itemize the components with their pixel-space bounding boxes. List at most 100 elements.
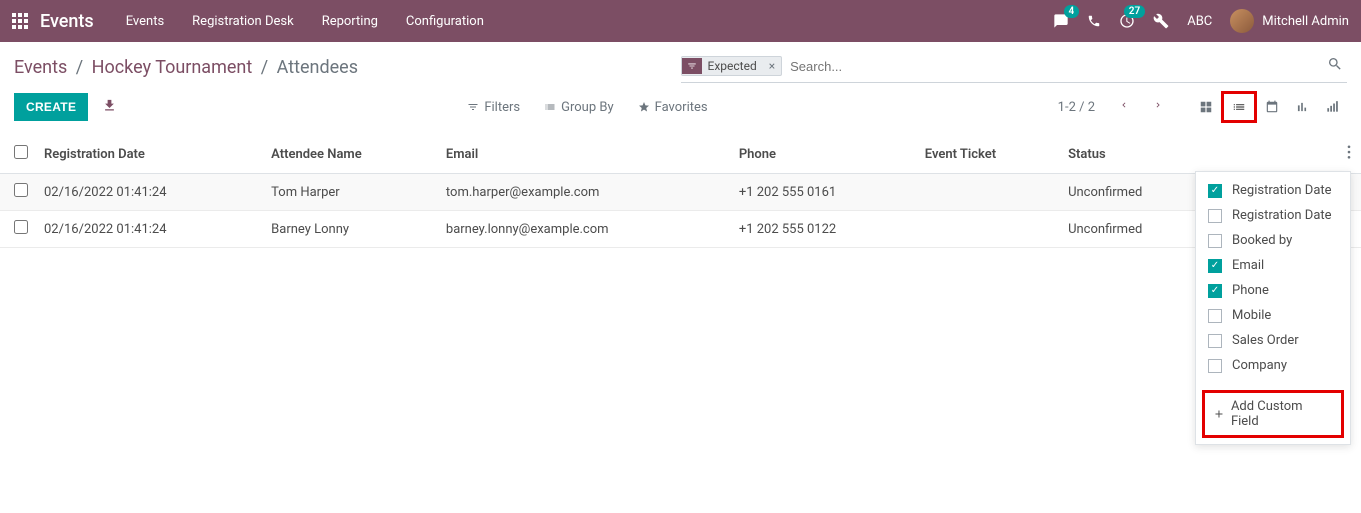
column-option[interactable]: Company <box>1196 353 1350 378</box>
column-option[interactable]: Sales Order <box>1196 328 1350 353</box>
nav-events[interactable]: Events <box>126 14 164 29</box>
col-reg-date[interactable]: Registration Date <box>36 135 263 174</box>
control-row-2: CREATE Filters Group By Favorites 1-2 / … <box>0 83 1361 135</box>
cell-status: Unconfirmed <box>1060 211 1208 248</box>
search-icon[interactable] <box>1323 52 1347 80</box>
breadcrumb-current: Attendees <box>277 57 358 78</box>
app-brand[interactable]: Events <box>40 11 94 32</box>
col-attendee[interactable]: Attendee Name <box>263 135 438 174</box>
col-email[interactable]: Email <box>438 135 731 174</box>
pivot-view-icon[interactable] <box>1317 91 1347 123</box>
checkbox-icon <box>1208 359 1222 373</box>
column-option[interactable]: Registration Date <box>1196 178 1350 203</box>
plus-icon <box>1213 408 1225 420</box>
search-input[interactable] <box>782 55 1323 78</box>
nav-registration-desk[interactable]: Registration Desk <box>192 14 294 29</box>
pager-prev-icon[interactable] <box>1111 95 1137 119</box>
cell-ticket <box>917 211 1060 248</box>
cell-status: Unconfirmed <box>1060 174 1208 211</box>
favorites-button[interactable]: Favorites <box>638 100 708 115</box>
col-action <box>1208 135 1337 174</box>
pager-text[interactable]: 1-2 / 2 <box>1058 100 1095 115</box>
checkbox-icon <box>1208 184 1222 198</box>
search-bar: Expected × <box>681 52 1348 83</box>
kanban-view-icon[interactable] <box>1191 91 1221 123</box>
filter-tag-label: Expected <box>702 57 763 75</box>
col-ticket[interactable]: Event Ticket <box>917 135 1060 174</box>
checkbox-icon <box>1208 309 1222 323</box>
activity-badge: 27 <box>1124 5 1145 18</box>
column-option-label: Registration Date <box>1232 183 1332 198</box>
table-row[interactable]: 02/16/2022 01:41:24 Tom Harper tom.harpe… <box>0 174 1361 211</box>
cell-phone: +1 202 555 0122 <box>731 211 917 248</box>
activity-icon[interactable]: 27 <box>1119 13 1135 29</box>
topbar-right: 4 27 ABC Mitchell Admin <box>1053 9 1349 33</box>
user-menu[interactable]: Mitchell Admin <box>1230 9 1349 33</box>
col-options[interactable] <box>1337 135 1361 174</box>
select-all-header <box>0 135 36 174</box>
col-phone[interactable]: Phone <box>731 135 917 174</box>
list-view-icon[interactable] <box>1221 91 1257 123</box>
download-icon[interactable] <box>102 98 117 117</box>
breadcrumb-root[interactable]: Events <box>14 57 67 78</box>
cell-email: tom.harper@example.com <box>438 174 731 211</box>
column-option-label: Booked by <box>1232 233 1292 248</box>
row-checkbox[interactable] <box>14 183 28 197</box>
cell-attendee: Barney Lonny <box>263 211 438 248</box>
row-checkbox[interactable] <box>14 220 28 234</box>
col-status[interactable]: Status <box>1060 135 1208 174</box>
add-custom-field-button[interactable]: Add Custom Field <box>1202 390 1344 438</box>
filters-label: Filters <box>484 100 520 115</box>
column-options-dropdown: Registration Date Registration Date Booked… <box>1195 171 1351 445</box>
chat-badge: 4 <box>1064 5 1080 18</box>
apps-icon[interactable] <box>12 13 28 29</box>
right-controls: 1-2 / 2 <box>1058 91 1347 123</box>
checkbox-icon <box>1208 284 1222 298</box>
user-name: Mitchell Admin <box>1262 14 1349 29</box>
nav-configuration[interactable]: Configuration <box>406 14 484 29</box>
column-option-label: Company <box>1232 358 1287 373</box>
cell-attendee: Tom Harper <box>263 174 438 211</box>
select-all-checkbox[interactable] <box>14 145 28 159</box>
column-option[interactable]: Registration Date <box>1196 203 1350 228</box>
cell-phone: +1 202 555 0161 <box>731 174 917 211</box>
checkbox-icon <box>1208 334 1222 348</box>
create-button[interactable]: CREATE <box>14 93 88 121</box>
graph-view-icon[interactable] <box>1287 91 1317 123</box>
column-option-label: Mobile <box>1232 308 1271 323</box>
cell-reg-date: 02/16/2022 01:41:24 <box>36 211 263 248</box>
topbar: Events Events Registration Desk Reportin… <box>0 0 1361 42</box>
table-container: Registration Date Attendee Name Email Ph… <box>0 135 1361 248</box>
chat-icon[interactable]: 4 <box>1053 13 1069 29</box>
add-custom-field-label: Add Custom Field <box>1231 399 1333 429</box>
filters-button[interactable]: Filters <box>467 100 520 115</box>
breadcrumb-parent[interactable]: Hockey Tournament <box>92 57 253 78</box>
column-option-label: Sales Order <box>1232 333 1299 348</box>
company-name[interactable]: ABC <box>1187 14 1212 29</box>
column-option-label: Phone <box>1232 283 1269 298</box>
column-option[interactable]: Email <box>1196 253 1350 278</box>
mid-controls: Filters Group By Favorites <box>467 100 707 115</box>
table-row[interactable]: 02/16/2022 01:41:24 Barney Lonny barney.… <box>0 211 1361 248</box>
view-switcher <box>1191 91 1347 123</box>
column-options-list: Registration Date Registration Date Booked… <box>1196 172 1350 384</box>
avatar <box>1230 9 1254 33</box>
debug-icon[interactable] <box>1153 13 1169 29</box>
pager-next-icon[interactable] <box>1145 95 1171 119</box>
left-controls: CREATE <box>14 93 117 121</box>
filter-tag-expected: Expected × <box>681 56 783 76</box>
breadcrumb-sep: / <box>76 57 83 78</box>
filter-funnel-icon <box>682 58 702 74</box>
cell-email: barney.lonny@example.com <box>438 211 731 248</box>
column-option[interactable]: Booked by <box>1196 228 1350 253</box>
breadcrumb: Events / Hockey Tournament / Attendees <box>14 57 681 78</box>
phone-icon[interactable] <box>1087 14 1101 28</box>
calendar-view-icon[interactable] <box>1257 91 1287 123</box>
cell-ticket <box>917 174 1060 211</box>
nav-reporting[interactable]: Reporting <box>322 14 378 29</box>
filter-tag-close-icon[interactable]: × <box>763 57 781 75</box>
breadcrumb-sep: / <box>261 57 268 78</box>
column-option[interactable]: Phone <box>1196 278 1350 303</box>
groupby-button[interactable]: Group By <box>544 100 614 115</box>
column-option[interactable]: Mobile <box>1196 303 1350 328</box>
